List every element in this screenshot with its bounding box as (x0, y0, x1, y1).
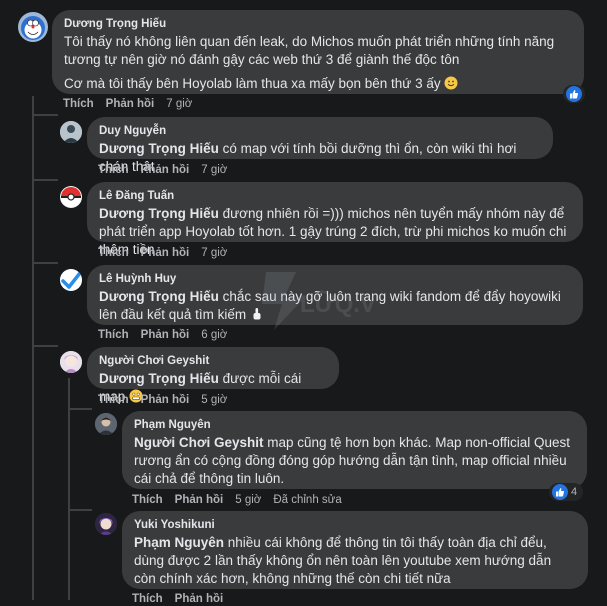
mention-link[interactable]: Người Chơi Geyshit (134, 435, 263, 450)
timestamp[interactable]: 5 giờ (235, 494, 261, 506)
avatar[interactable] (60, 121, 82, 143)
comment-bubble: Lê Đăng Tuấn Dương Trọng Hiếu đương nhiê… (87, 182, 583, 257)
anime-avatar-icon (60, 351, 82, 373)
reply-button[interactable]: Phản hồi (175, 494, 224, 506)
comment-text: Tôi thấy nó không liên quan đến leak, do… (64, 34, 555, 67)
like-button[interactable]: Thích (98, 394, 129, 406)
thread-line-main (32, 96, 34, 600)
comment-bubble: Phạm Nguyên Người Chơi Geyshit map cũng … (122, 411, 587, 489)
like-icon (552, 484, 568, 500)
reply-button[interactable]: Phản hồi (175, 593, 224, 605)
avatar[interactable] (95, 513, 117, 535)
comment-text: Người Chơi Geyshit map cũng tệ hơn bọn k… (134, 434, 575, 488)
reply-button[interactable]: Phản hồi (141, 164, 190, 176)
reaction-badge[interactable]: 4 (549, 483, 583, 501)
comment-actions: Thích Phản hồi 5 giờ Đã chỉnh sửa (132, 493, 354, 507)
thread-line-nested (68, 378, 70, 600)
timestamp[interactable]: 7 giờ (166, 98, 192, 110)
comment-actions: Thích Phản hồi 6 giờ (98, 328, 239, 342)
comment-author[interactable]: Người Chơi Geyshit (99, 354, 327, 368)
reply-button[interactable]: Phản hồi (141, 329, 190, 341)
reaction-badge[interactable] (563, 85, 585, 103)
comment-bubble: Yuki Yoshikuni Phạm Nguyên nhiều cái khô… (122, 511, 588, 589)
thread-branch (32, 262, 58, 264)
reaction-count: 4 (571, 486, 578, 498)
comment-actions: Thích Phản hồi 7 giờ (98, 246, 239, 260)
reply-button[interactable]: Phản hồi (141, 247, 190, 259)
like-button[interactable]: Thích (98, 329, 129, 341)
smile-emoji-icon (444, 76, 458, 90)
comment-bubble: Duy Nguyễn Dương Trọng Hiếu có map với t… (87, 117, 553, 174)
comment-text: Phạm Nguyên nhiều cái không để thông tin… (134, 534, 576, 588)
timestamp[interactable]: 5 giờ (201, 394, 227, 406)
thread-branch (32, 179, 58, 181)
thread-branch (68, 509, 92, 511)
avatar[interactable] (60, 351, 82, 373)
like-button[interactable]: Thích (132, 494, 163, 506)
comment-actions: Thích Phản hồi 5 giờ (98, 393, 239, 407)
avatar[interactable] (60, 186, 82, 208)
mention-link[interactable]: Phạm Nguyên (134, 535, 224, 550)
watermark-logo: LỮQ.VN (256, 268, 393, 334)
user-avatar-icon (60, 121, 82, 143)
mention-link[interactable]: Dương Trọng Hiếu (99, 141, 219, 156)
comment-author[interactable]: Phạm Nguyên (134, 418, 575, 432)
mention-link[interactable]: Dương Trọng Hiếu (99, 289, 219, 304)
comment-author[interactable]: Lê Đăng Tuấn (99, 189, 571, 203)
reply-button[interactable]: Phản hồi (106, 98, 155, 110)
comment-author[interactable]: Duy Nguyễn (99, 124, 541, 138)
avatar[interactable] (60, 269, 82, 291)
comment-bubble: Người Chơi Geyshit Dương Trọng Hiếu được… (87, 347, 339, 404)
avatar[interactable] (95, 413, 117, 435)
comment-text: Cơ mà tôi thấy bên Hoyolab làm thua xa m… (64, 75, 572, 93)
like-button[interactable]: Thích (98, 247, 129, 259)
comment-text-line: Cơ mà tôi thấy bên Hoyolab làm thua xa m… (64, 76, 441, 91)
comment-actions: Thích Phản hồi 7 giờ (63, 97, 204, 111)
comment-author[interactable]: Yuki Yoshikuni (134, 518, 576, 532)
timestamp[interactable]: 7 giờ (201, 247, 227, 259)
like-button[interactable]: Thích (63, 98, 94, 110)
thread-branch (68, 408, 92, 410)
comment-actions: Thích Phản hồi 7 giờ (98, 163, 239, 177)
reply-button[interactable]: Phản hồi (141, 394, 190, 406)
checkmark-avatar-icon (60, 269, 82, 291)
like-button[interactable]: Thích (132, 593, 163, 605)
thread-branch (32, 114, 58, 116)
anime-avatar-icon (95, 513, 117, 535)
edited-label[interactable]: Đã chỉnh sửa (273, 494, 341, 506)
timestamp[interactable]: 7 giờ (201, 164, 227, 176)
comment-actions: Thích Phản hồi (132, 592, 235, 606)
comment-bubble: Dương Trọng Hiếu Tôi thấy nó không liên … (52, 10, 584, 94)
timestamp[interactable]: 6 giờ (201, 329, 227, 341)
user-avatar-icon (95, 413, 117, 435)
pokeball-avatar-icon (61, 187, 81, 207)
mention-link[interactable]: Dương Trọng Hiếu (99, 371, 219, 386)
avatar[interactable] (18, 12, 48, 42)
watermark-text: LỮQ.VN (300, 290, 374, 318)
comment-author[interactable]: Dương Trọng Hiếu (64, 17, 572, 31)
mention-link[interactable]: Dương Trọng Hiếu (99, 206, 219, 221)
doraemon-avatar-icon (21, 16, 45, 40)
thread-branch (32, 345, 58, 347)
like-button[interactable]: Thích (98, 164, 129, 176)
like-icon (566, 86, 582, 102)
